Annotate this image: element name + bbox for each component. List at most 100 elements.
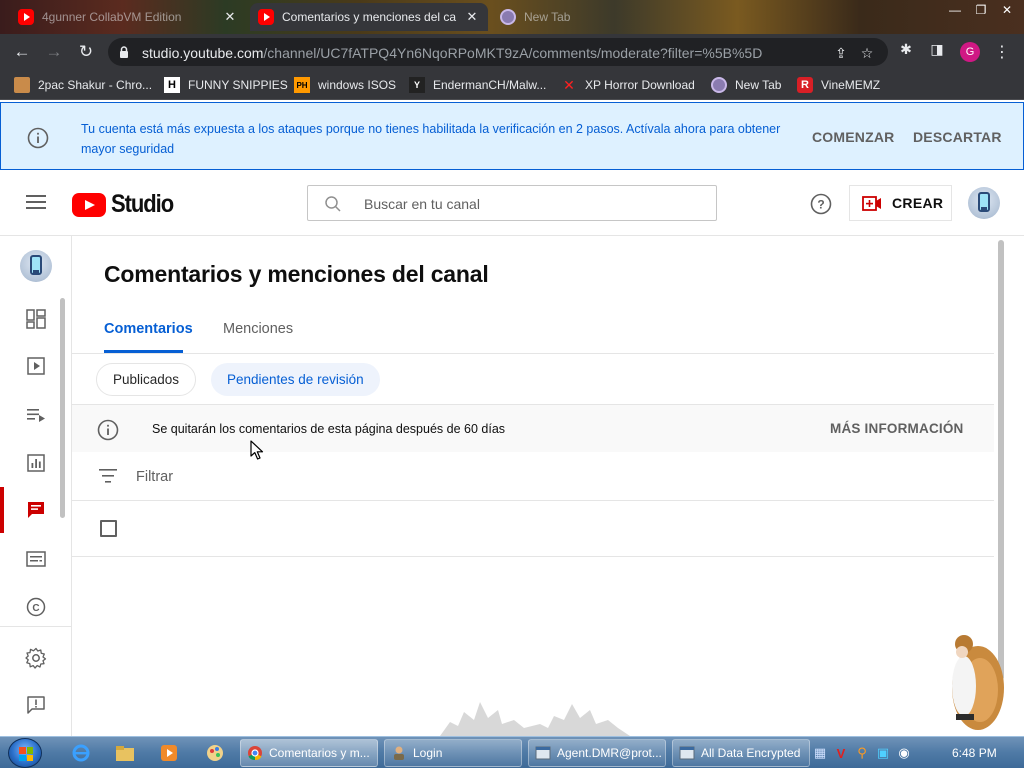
antivirus-icon[interactable]: V <box>833 745 849 761</box>
filter-input[interactable] <box>136 467 436 487</box>
bookmark-item[interactable]: Y EndermanCH/Malw... <box>409 76 546 94</box>
bookmark-item[interactable]: R VineMEMZ <box>797 76 880 94</box>
network-icon[interactable]: ▦ <box>812 745 828 761</box>
channel-avatar[interactable] <box>20 250 52 282</box>
extensions-icon[interactable]: ✱ <box>897 40 915 58</box>
display-icon[interactable]: ▣ <box>875 745 891 761</box>
bookmark-item[interactable]: PH windows ISOS <box>294 76 396 94</box>
menu-kebab-icon[interactable]: ⋮ <box>994 42 1010 62</box>
maximize-icon[interactable]: ❐ <box>970 2 992 18</box>
taskbar-button-label: Login <box>413 746 443 760</box>
account-avatar[interactable] <box>968 187 1000 219</box>
sidebar-item-comments[interactable] <box>0 487 71 533</box>
taskbar-clock[interactable]: 6:48 PM <box>952 746 997 760</box>
sidebar-item-copyright[interactable]: C <box>0 584 71 630</box>
bookmark-item[interactable]: H FUNNY SNIPPIES <box>164 76 288 94</box>
select-all-checkbox[interactable] <box>100 520 117 537</box>
channel-search[interactable] <box>307 185 717 221</box>
tab-comments[interactable]: Comentarios <box>104 321 193 337</box>
start-2fa-button[interactable]: COMENZAR <box>812 129 894 145</box>
ph-logo-icon: PH <box>294 77 310 93</box>
browser-toolbar: ← → ↻ studio.youtube.com/channel/UC7fATP… <box>0 34 1024 70</box>
help-icon[interactable]: ? <box>810 193 832 215</box>
address-bar[interactable]: studio.youtube.com/channel/UC7fATPQ4Yn6N… <box>108 38 888 66</box>
dashboard-icon <box>25 309 46 329</box>
profile-avatar[interactable]: G <box>960 42 980 62</box>
media-player-icon[interactable] <box>158 742 180 764</box>
bookmark-label: FUNNY SNIPPIES <box>188 78 288 92</box>
bookmark-label: XP Horror Download <box>585 78 695 92</box>
taskbar-button-email[interactable]: Agent.DMR@prot... <box>528 739 666 767</box>
sidebar-item-subtitles[interactable] <box>0 536 71 582</box>
file-explorer-icon[interactable] <box>114 742 136 764</box>
bookmark-label: VineMEMZ <box>821 78 881 92</box>
subtitles-icon <box>25 551 46 567</box>
taskbar-button-chrome[interactable]: Comentarios y m... <box>240 739 378 767</box>
sidebar-item-playlists[interactable] <box>0 392 71 438</box>
browser-tab-title: Comentarios y menciones del ca <box>282 10 457 24</box>
start-button[interactable] <box>8 738 42 768</box>
sidebar-divider <box>0 626 71 627</box>
browser-tab[interactable]: New Tab <box>492 3 672 31</box>
close-tab-icon[interactable]: ✕ <box>222 9 238 25</box>
bookmark-item[interactable]: New Tab <box>711 76 781 94</box>
sidebar-item-analytics[interactable] <box>0 440 71 486</box>
taskbar-button-encrypted[interactable]: All Data Encrypted <box>672 739 810 767</box>
minimize-icon[interactable]: — <box>944 2 966 18</box>
sidebar-item-feedback[interactable] <box>0 682 71 728</box>
chip-pending-review[interactable]: Pendientes de revisión <box>211 363 380 396</box>
search-input[interactable] <box>364 194 704 214</box>
r-logo-icon: R <box>797 77 813 93</box>
learn-more-link[interactable]: MÁS INFORMACIÓN <box>830 421 964 436</box>
windows-logo-icon <box>19 747 33 761</box>
share-icon[interactable]: ⇪ <box>832 44 850 62</box>
side-panel-icon[interactable]: ◨ <box>928 40 946 58</box>
analytics-icon <box>26 454 45 472</box>
sidebar-item-settings[interactable] <box>0 635 71 681</box>
browser-tab[interactable]: 4gunner CollabVM Edition ✕ <box>10 3 246 31</box>
window-controls: — ❐ ✕ <box>944 2 1018 18</box>
taskbar-button-label: Agent.DMR@prot... <box>557 746 662 760</box>
notice-text: Se quitarán los comentarios de esta pági… <box>152 422 506 436</box>
feedback-icon <box>26 696 45 714</box>
internet-explorer-icon[interactable] <box>70 742 92 764</box>
forward-icon[interactable]: → <box>42 40 66 64</box>
chip-published[interactable]: Publicados <box>96 363 197 396</box>
bookmark-label: EndermanCH/Malw... <box>433 78 547 92</box>
paint-icon[interactable] <box>204 742 226 764</box>
windows-taskbar: Comentarios y m... Login Agent.DMR@prot.… <box>0 736 1024 768</box>
close-tab-icon[interactable]: ✕ <box>464 9 480 25</box>
bookmark-label: 2pac Shakur - Chro... <box>38 78 153 92</box>
reload-icon[interactable]: ↻ <box>74 40 98 64</box>
studio-logo[interactable]: Studio <box>72 190 182 219</box>
bookmark-label: windows ISOS <box>318 78 397 92</box>
bookmark-item[interactable]: 2pac Shakur - Chro... <box>14 76 152 94</box>
hamburger-menu-icon[interactable] <box>26 195 46 213</box>
back-icon[interactable]: ← <box>10 40 34 64</box>
dismiss-banner-button[interactable]: DESCARTAR <box>913 129 1002 145</box>
close-window-icon[interactable]: ✕ <box>996 2 1018 18</box>
volume-icon[interactable]: ◉ <box>896 745 912 761</box>
tab-mentions[interactable]: Menciones <box>223 321 293 337</box>
sidebar-item-content[interactable] <box>0 343 71 389</box>
browser-tab-active[interactable]: Comentarios y menciones del ca ✕ <box>250 3 488 31</box>
decorative-splash-graphic <box>440 702 630 736</box>
globe-icon <box>711 77 727 93</box>
scrollbar-thumb[interactable] <box>998 240 1004 680</box>
sidebar-item-dashboard[interactable] <box>0 296 71 342</box>
studio-header: Studio ? CREAR <box>0 170 1024 236</box>
system-tray: ▦ V ⚲ ▣ ◉ <box>812 739 912 767</box>
star-icon[interactable]: ☆ <box>858 44 876 62</box>
filter-icon[interactable] <box>99 469 117 483</box>
bulk-select-row <box>72 501 994 557</box>
create-button[interactable]: CREAR <box>849 185 952 221</box>
bookmark-item[interactable]: ✕ XP Horror Download <box>561 76 695 94</box>
user-icon <box>394 746 404 760</box>
youtube-favicon-icon <box>258 9 274 25</box>
search-tray-icon[interactable]: ⚲ <box>854 745 870 761</box>
copyright-icon: C <box>26 597 45 617</box>
create-video-icon <box>862 195 881 211</box>
taskbar-button-login[interactable]: Login <box>384 739 522 767</box>
browser-tab-strip: 4gunner CollabVM Edition ✕ Comentarios y… <box>0 0 1024 34</box>
browser-tab-title: New Tab <box>524 10 571 24</box>
